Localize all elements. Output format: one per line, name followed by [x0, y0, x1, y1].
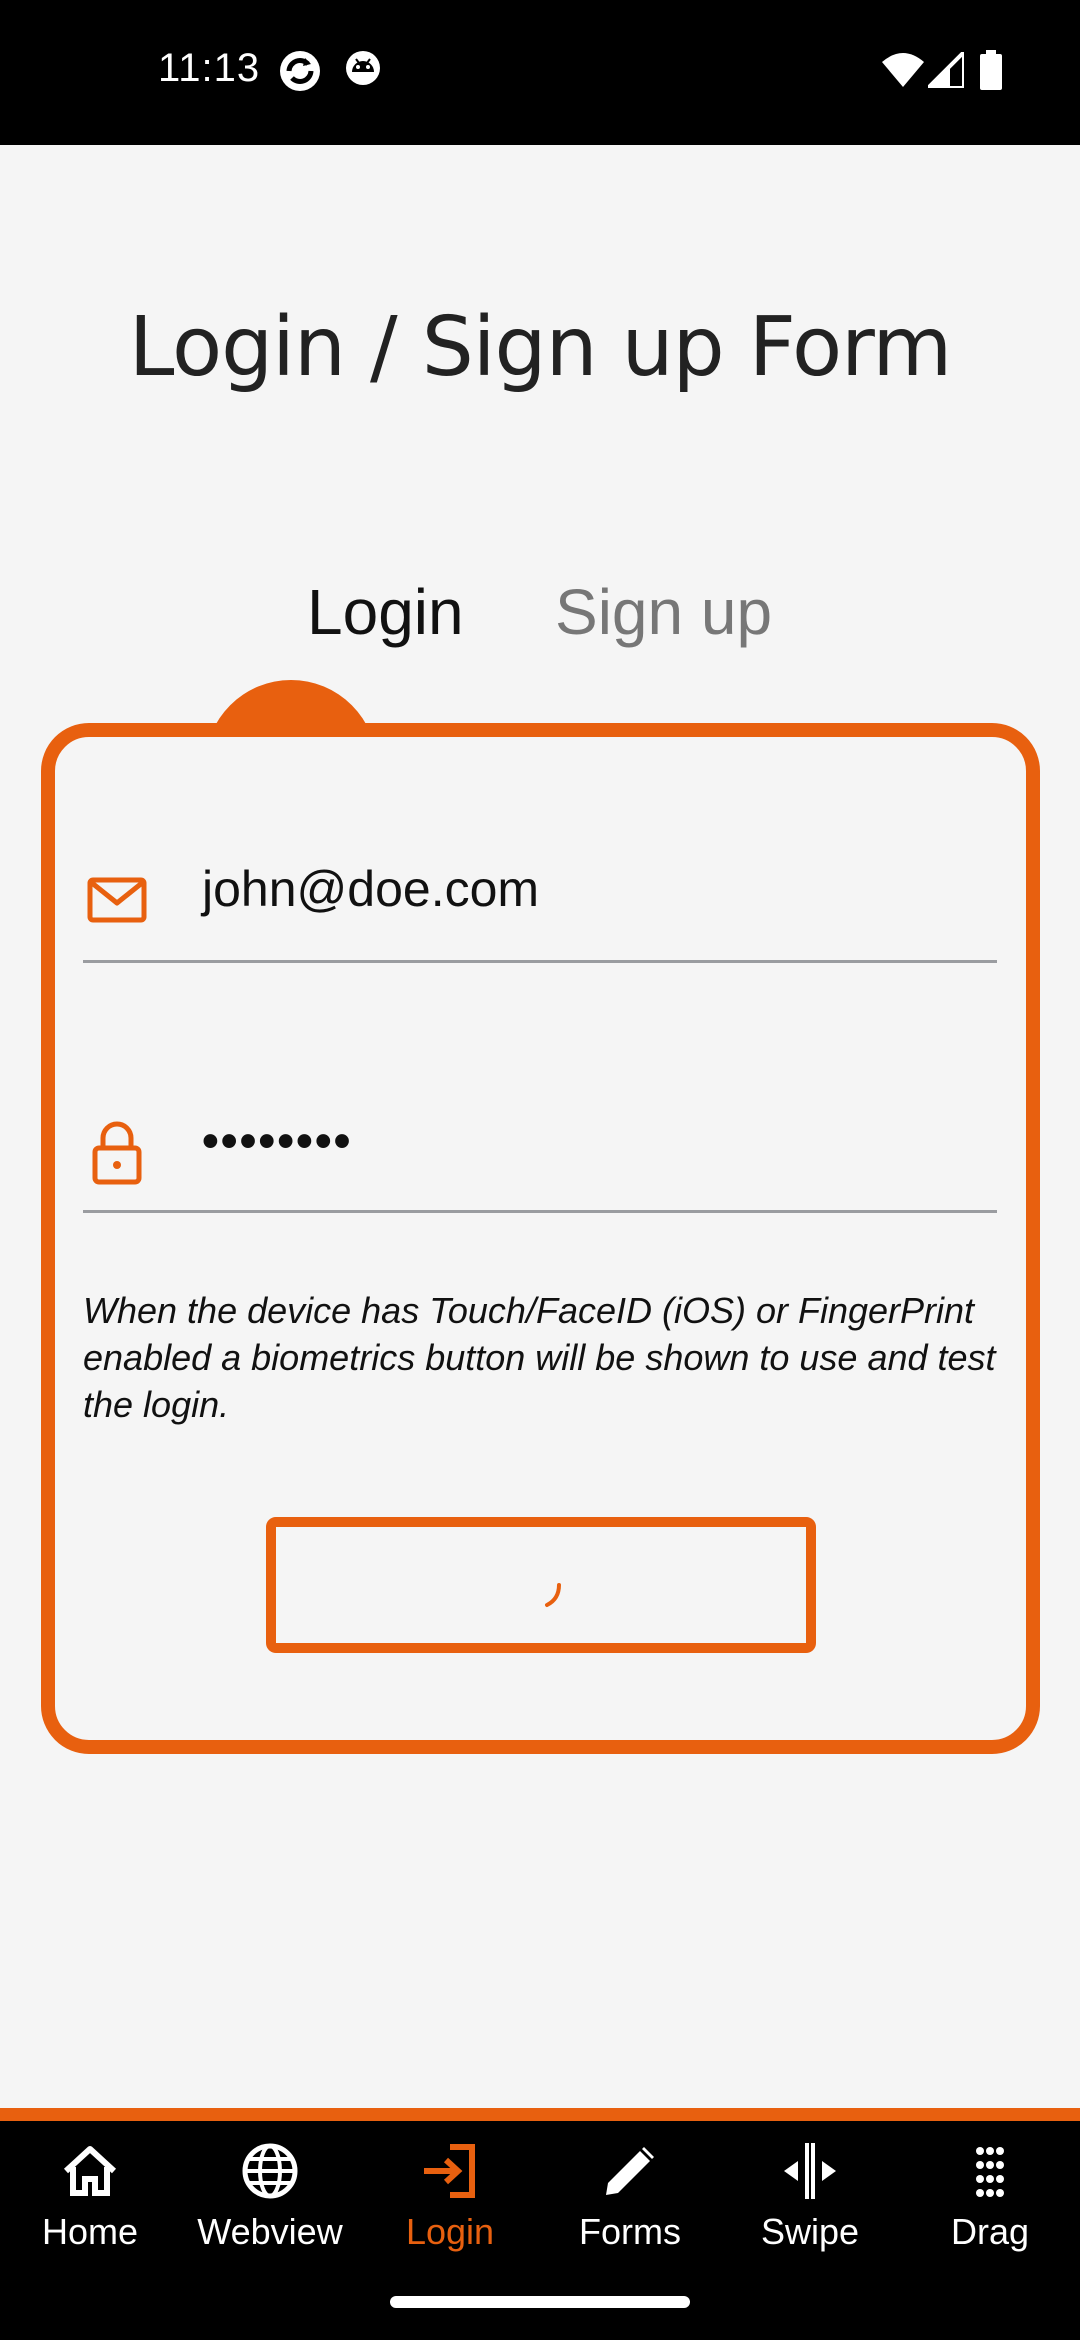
pencil-icon — [600, 2141, 660, 2201]
loading-spinner-icon — [543, 1583, 565, 1614]
nav-label-swipe: Swipe — [760, 2211, 860, 2252]
tab-login[interactable]: Login — [307, 575, 464, 649]
email-field[interactable]: john@doe.com — [83, 850, 997, 963]
globe-icon — [240, 2141, 300, 2201]
nav-label-home: Home — [41, 2211, 139, 2252]
nav-item-drag[interactable]: Drag — [900, 2121, 1080, 2291]
nav-item-swipe[interactable]: Swipe — [720, 2121, 900, 2291]
status-bar: 11:13 — [0, 0, 1080, 145]
battery-icon — [980, 50, 1002, 95]
sync-app-icon — [277, 48, 323, 99]
email-value: john@doe.com — [202, 861, 540, 917]
nav-item-forms[interactable]: Forms — [540, 2121, 720, 2291]
nav-label-forms: Forms — [579, 2211, 681, 2252]
home-indicator[interactable] — [390, 2296, 690, 2308]
tab-bar-accent-line — [0, 2108, 1080, 2121]
nav-label-drag: Drag — [950, 2211, 1030, 2252]
drag-grid-icon — [960, 2141, 1020, 2201]
biometrics-hint: When the device has Touch/FaceID (iOS) o… — [83, 1290, 996, 1425]
status-time: 11:13 — [158, 46, 261, 90]
nav-label-webview: Webview — [197, 2211, 343, 2252]
tab-signup[interactable]: Sign up — [555, 575, 772, 649]
android-debug-icon — [343, 48, 383, 93]
login-button[interactable] — [266, 1517, 816, 1653]
auth-tabs: Login Sign up — [0, 575, 1080, 655]
cellular-signal-icon — [923, 47, 966, 93]
password-value: •••••••• — [202, 1115, 353, 1168]
home-icon — [60, 2141, 120, 2201]
lock-icon — [87, 1120, 147, 1185]
mail-icon — [87, 870, 147, 930]
wifi-icon — [882, 52, 924, 93]
swipe-icon — [780, 2141, 840, 2201]
nav-label-login: Login — [405, 2211, 495, 2252]
login-icon — [420, 2141, 480, 2201]
nav-item-login[interactable]: Login — [360, 2121, 540, 2291]
page-title: Login / Sign up Form — [128, 300, 953, 395]
bottom-navigation: Home Webview Login Forms Swipe Drag — [0, 2121, 1080, 2340]
password-field[interactable]: •••••••• — [83, 1100, 997, 1213]
nav-item-webview[interactable]: Webview — [180, 2121, 360, 2291]
nav-item-home[interactable]: Home — [0, 2121, 180, 2291]
